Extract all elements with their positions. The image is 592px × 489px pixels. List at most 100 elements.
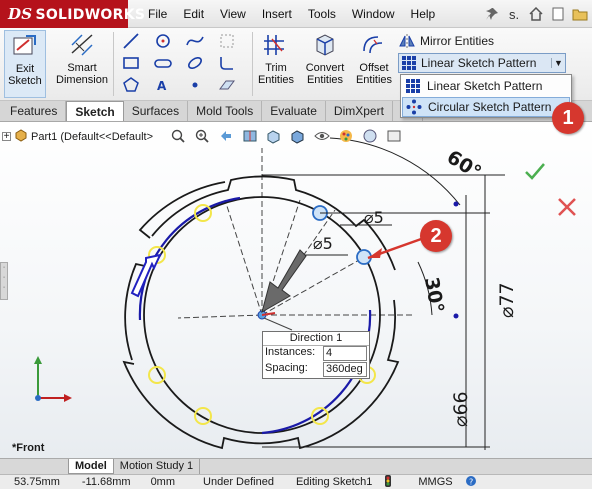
- menu-edit[interactable]: Edit: [175, 0, 212, 28]
- confirm-corner-check-icon[interactable]: [524, 162, 546, 185]
- linear-pattern-icon: [405, 78, 421, 94]
- confirm-corner-cancel-icon[interactable]: [556, 196, 578, 221]
- edit-appearance-icon[interactable]: [336, 126, 356, 146]
- hole[interactable]: [194, 407, 212, 425]
- ellipse-icon[interactable]: [180, 52, 210, 74]
- zoom-to-fit-icon[interactable]: [168, 126, 188, 146]
- callout-badge-1: 1: [552, 102, 584, 134]
- previous-view-icon[interactable]: [216, 126, 236, 146]
- part-icon: [14, 128, 28, 145]
- status-units[interactable]: MMGS: [398, 475, 458, 489]
- ribbon-separator: [252, 32, 253, 96]
- tab-mold-tools[interactable]: Mold Tools: [188, 101, 263, 121]
- sketch-text-icon[interactable]: A: [148, 74, 178, 96]
- heads-up-view-toolbar: [168, 126, 404, 146]
- mirror-entities-icon: [398, 32, 416, 50]
- mirror-entities-label: Mirror Entities: [420, 34, 495, 48]
- status-x-coordinate: 53.75mm: [14, 476, 60, 488]
- hide-show-items-icon[interactable]: [312, 126, 332, 146]
- menu-tools[interactable]: Tools: [300, 0, 344, 28]
- trim-entities-button[interactable]: Trim Entities: [254, 30, 298, 98]
- new-document-icon[interactable]: [550, 6, 566, 22]
- menu-item-linear-sketch-pattern[interactable]: Linear Sketch Pattern: [402, 76, 570, 96]
- rebuild-light-icon: [378, 475, 398, 489]
- offset-entities-button[interactable]: Offset Entities: [352, 30, 396, 98]
- chevron-down-icon[interactable]: ▼: [551, 58, 565, 68]
- rectangle-icon[interactable]: [116, 52, 146, 74]
- hole-diameter-dim-1[interactable]: ⌀5: [364, 208, 384, 227]
- outer-diameter-dim[interactable]: ⌀77: [496, 282, 518, 318]
- ds-logo-mark: DS: [8, 5, 33, 23]
- menu-window[interactable]: Window: [344, 0, 403, 28]
- spacing-input[interactable]: 360deg: [323, 362, 367, 377]
- plane-icon[interactable]: [212, 74, 242, 96]
- sketch-pattern-dropdown[interactable]: Linear Sketch Pattern ▼: [398, 53, 566, 73]
- exit-sketch-button[interactable]: Exit Sketch: [4, 30, 46, 98]
- panel-collapse-handle[interactable]: · · ·: [0, 262, 8, 300]
- inner-diameter-dim[interactable]: ⌀66: [450, 391, 472, 427]
- sketch-fillet-icon[interactable]: [212, 52, 242, 74]
- graphics-area[interactable]: + Part1 (Default<<Default> · · · ⌀5 ⌀5 6…: [0, 122, 592, 458]
- spline-icon[interactable]: [180, 30, 210, 52]
- status-sketch-state: Under Defined: [203, 476, 274, 488]
- tab-evaluate[interactable]: Evaluate: [262, 101, 326, 121]
- zoom-area-icon[interactable]: [192, 126, 212, 146]
- angle-arc-top: [329, 137, 461, 206]
- svg-text:?: ?: [469, 478, 473, 487]
- smart-dimension-button[interactable]: Smart Dimension: [52, 30, 112, 98]
- menu-bar: File Edit View Insert Tools Window Help: [140, 0, 443, 28]
- instances-input[interactable]: 4: [323, 346, 367, 361]
- solidworks-logo[interactable]: DS SOLIDWORKS: [0, 0, 145, 28]
- convert-entities-button[interactable]: Convert Entities: [300, 30, 350, 98]
- feature-tree-flyout[interactable]: + Part1 (Default<<Default>: [2, 128, 153, 145]
- offset-entities-label-2: Entities: [355, 74, 393, 86]
- slot-icon[interactable]: [148, 52, 178, 74]
- open-folder-icon[interactable]: [572, 6, 588, 22]
- tab-features[interactable]: Features: [2, 101, 67, 121]
- scene-icon[interactable]: [360, 126, 380, 146]
- line-icon[interactable]: [116, 30, 146, 52]
- construction-line: [261, 254, 369, 316]
- view-settings-icon[interactable]: [384, 126, 404, 146]
- tab-sketch[interactable]: Sketch: [66, 101, 124, 121]
- pattern-direction-arrow[interactable]: [261, 249, 307, 314]
- spacing-row: Spacing: 360deg: [263, 362, 369, 378]
- section-view-icon[interactable]: [240, 126, 260, 146]
- tab-dimxpert[interactable]: DimXpert: [326, 101, 393, 121]
- polygon-icon[interactable]: [116, 74, 146, 96]
- exit-sketch-icon: [10, 31, 40, 61]
- mirror-entities-button[interactable]: Mirror Entities: [398, 31, 494, 51]
- dimension-point: [453, 313, 459, 319]
- view-orientation-label: *Front: [12, 442, 45, 454]
- home-icon[interactable]: [528, 6, 544, 22]
- construction-geometry-icon[interactable]: [212, 30, 242, 52]
- pattern-direction-box: Direction 1 Instances: 4 Spacing: 360deg: [262, 331, 370, 379]
- feature-tree-part-label: Part1 (Default<<Default>: [31, 130, 153, 143]
- brand-name: SOLIDWORKS: [35, 7, 146, 23]
- dimension-point: [453, 201, 459, 207]
- hole-diameter-dim-2[interactable]: ⌀5: [313, 234, 333, 253]
- menu-help[interactable]: Help: [403, 0, 444, 28]
- pin-icon[interactable]: [484, 6, 500, 22]
- leader-line: [263, 317, 293, 331]
- menu-view[interactable]: View: [212, 0, 254, 28]
- callout-badge-2: 2: [420, 220, 452, 252]
- status-y-coordinate: -11.68mm: [81, 476, 131, 488]
- display-style-icon[interactable]: [288, 126, 308, 146]
- tab-surfaces[interactable]: Surfaces: [124, 101, 189, 121]
- tab-motion-study-1[interactable]: Motion Study 1: [114, 459, 201, 474]
- exit-sketch-label-2: Sketch: [8, 75, 42, 87]
- expand-icon[interactable]: +: [2, 132, 11, 142]
- menu-insert[interactable]: Insert: [254, 0, 300, 28]
- smart-dimension-label-2: Dimension: [56, 74, 108, 86]
- circle-icon[interactable]: [148, 30, 178, 52]
- smart-dimension-label-1: Smart: [67, 62, 97, 74]
- menu-item-circular-sketch-pattern[interactable]: Circular Sketch Pattern: [402, 97, 570, 117]
- view-orientation-icon[interactable]: [264, 126, 284, 146]
- help-icon[interactable]: ?: [459, 475, 483, 489]
- instances-label: Instances:: [265, 346, 316, 358]
- point-icon[interactable]: [180, 74, 210, 96]
- title-bar: DS SOLIDWORKS File Edit View Insert Tools…: [0, 0, 592, 28]
- menu-file[interactable]: File: [140, 0, 175, 28]
- tab-model[interactable]: Model: [68, 459, 114, 474]
